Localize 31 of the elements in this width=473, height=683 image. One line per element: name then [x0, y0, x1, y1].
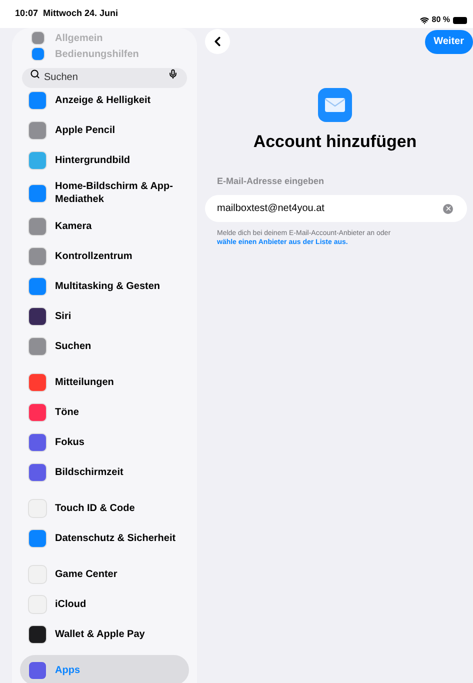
- battery-level: 80 %: [432, 14, 450, 26]
- search-icon: [30, 69, 40, 79]
- wifi-icon: [420, 16, 429, 24]
- back-button[interactable]: [205, 29, 230, 54]
- sidebar-item[interactable]: Home-Bildschirm & App-Mediathek: [20, 175, 189, 211]
- microphone-icon: [168, 69, 178, 79]
- sidebar-item[interactable]: Hintergrundbild: [20, 145, 189, 175]
- sidebar-item[interactable]: iCloud: [20, 589, 189, 619]
- mail-icon: [318, 88, 352, 122]
- sidebar-item[interactable]: Bildschirmzeit: [20, 457, 189, 487]
- sidebar-item[interactable]: Siri: [20, 301, 189, 331]
- sidebar-item[interactable]: Multitasking & Gesten: [20, 271, 189, 301]
- status-time: 10:07: [15, 7, 38, 20]
- field-label: E-Mail-Adresse eingeben: [217, 174, 326, 188]
- next-button[interactable]: Weiter: [424, 30, 473, 54]
- search-field[interactable]: Suchen: [22, 68, 187, 88]
- sidebar-item[interactable]: Kontrollzentrum: [20, 241, 189, 271]
- sidebar-item[interactable]: Fokus: [20, 427, 189, 457]
- email-field[interactable]: mailboxtest@net4you.at: [205, 195, 467, 222]
- sidebar-item[interactable]: Apple Pencil: [20, 115, 189, 145]
- sidebar-item[interactable]: Suchen: [20, 331, 189, 361]
- sidebar-item[interactable]: Game Center: [20, 559, 189, 589]
- sidebar-item[interactable]: Datenschutz & Sicherheit: [20, 523, 189, 553]
- sidebar-item[interactable]: Wallet & Apple Pay: [20, 619, 189, 649]
- sidebar-item[interactable]: Kamera: [20, 211, 189, 241]
- sidebar-item[interactable]: Touch ID & Code: [20, 493, 189, 523]
- status-date: Mittwoch 24. Juni: [43, 7, 118, 20]
- page-title: Account hinzufügen: [253, 131, 417, 153]
- sidebar-item[interactable]: Töne: [20, 397, 189, 427]
- sidebar-item[interactable]: Mitteilungen: [20, 367, 189, 397]
- sidebar-item[interactable]: Anzeige & Helligkeit: [20, 85, 189, 115]
